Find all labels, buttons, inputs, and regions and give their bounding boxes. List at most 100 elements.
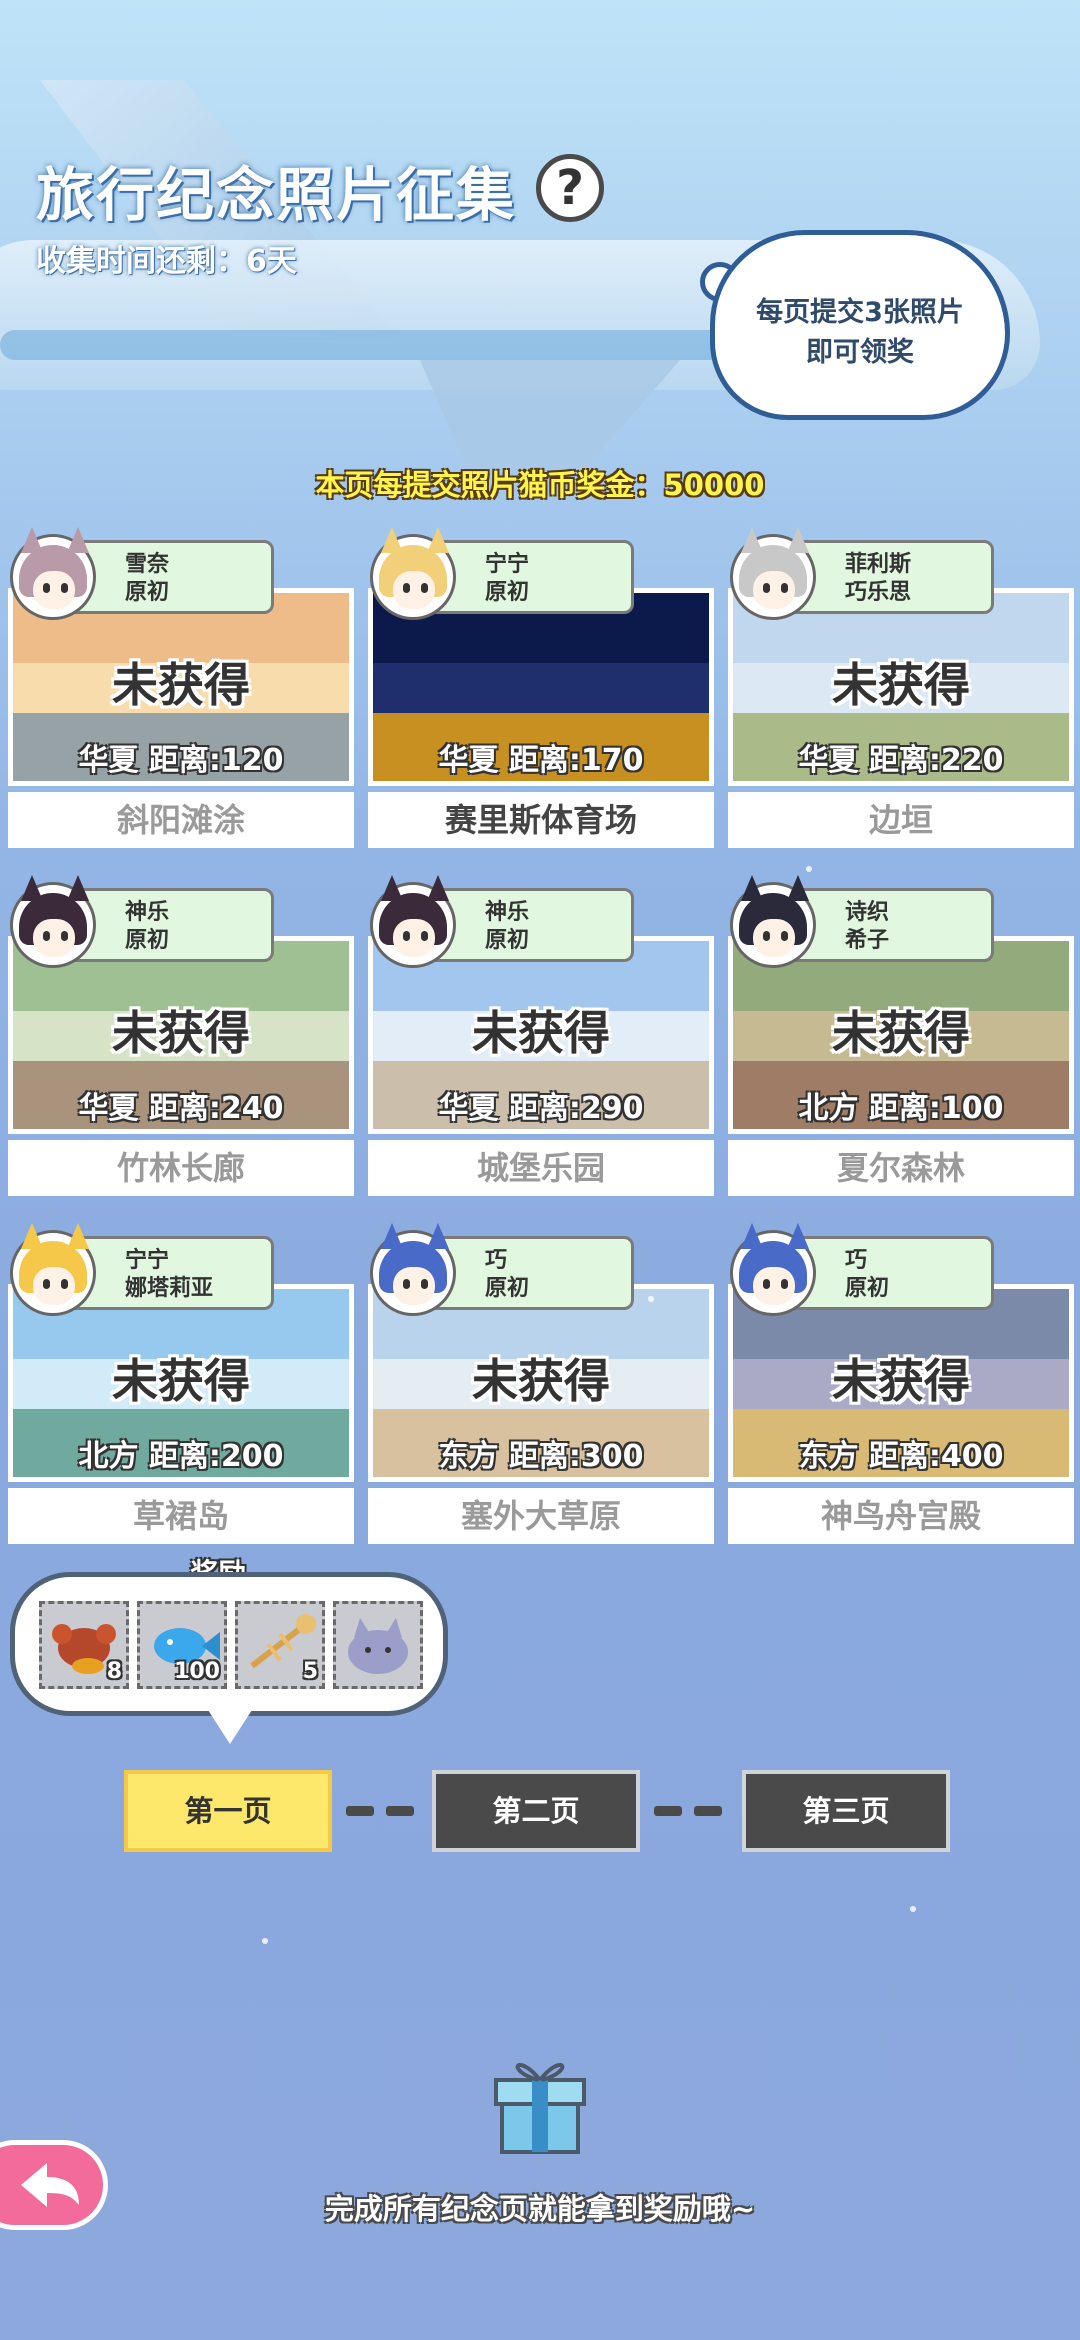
- photo-card[interactable]: 未获得 华夏 距离:290 神乐 原初 城堡乐园: [368, 875, 714, 1196]
- avatar-eye: [61, 931, 68, 941]
- page-button-3[interactable]: 第三页: [742, 1770, 950, 1852]
- photo-card[interactable]: 未获得 东方 距离:400 巧 原初 神鸟舟宫殿: [728, 1223, 1074, 1544]
- hint-line-2: 即可领奖: [806, 337, 914, 368]
- character-name-2: 巧乐思: [845, 580, 912, 605]
- location-name: 竹林长廊: [8, 1140, 354, 1196]
- page-divider: [654, 1806, 682, 1816]
- character-avatar: [10, 527, 96, 620]
- not-obtained-label: 未获得: [472, 1354, 610, 1408]
- character-name-1: 诗织: [845, 900, 890, 925]
- avatar-face: [393, 919, 435, 957]
- rewards-pointer: [208, 1710, 252, 1744]
- reward-item-lobster[interactable]: 8: [39, 1601, 129, 1689]
- character-name-2: 原初: [485, 1276, 530, 1301]
- location-name: 草裙岛: [8, 1488, 354, 1544]
- sparkle: [910, 1906, 916, 1912]
- character-name-2: 原初: [845, 1276, 890, 1301]
- character-name-1: 巧: [485, 1248, 508, 1273]
- avatar-eye: [403, 583, 410, 593]
- photo-card[interactable]: 未获得 华夏 距离:220 菲利斯 巧乐思 边垣: [728, 527, 1074, 848]
- page-button-2[interactable]: 第二页: [432, 1770, 640, 1852]
- page-title: 旅行纪念照片征集: [36, 161, 517, 229]
- region-distance: 华夏 距离:120: [78, 743, 284, 778]
- character-avatar: [370, 875, 456, 968]
- character-name-1: 神乐: [485, 900, 530, 925]
- avatar-face: [33, 571, 75, 609]
- avatar-face: [33, 1267, 75, 1305]
- avatar-eye: [403, 1279, 410, 1289]
- not-obtained-label: 未获得: [832, 1006, 970, 1060]
- region-distance: 北方 距离:200: [78, 1439, 284, 1474]
- region-distance: 华夏 距离:170: [438, 743, 644, 778]
- avatar-eye: [61, 1279, 68, 1289]
- back-button[interactable]: [0, 2140, 108, 2230]
- rewards-panel: 8 100 5: [10, 1572, 448, 1716]
- region-distance: 华夏 距离:240: [78, 1091, 284, 1126]
- photo-card[interactable]: 未获得 东方 距离:300 巧 原初 塞外大草原: [368, 1223, 714, 1544]
- character-name-2: 原初: [125, 580, 170, 605]
- back-arrow-icon: [21, 2163, 79, 2207]
- help-button[interactable]: ?: [536, 154, 604, 222]
- reward-item-blue-fish[interactable]: 100: [137, 1601, 227, 1689]
- avatar-eye: [781, 931, 788, 941]
- location-name: 塞外大草原: [368, 1488, 714, 1544]
- region-distance: 东方 距离:300: [438, 1439, 644, 1474]
- character-avatar: [10, 1223, 96, 1316]
- gift-box-icon: [494, 2063, 586, 2154]
- bonus-text: 本页每提交照片猫币奖金：50000: [315, 468, 765, 502]
- character-avatar: [730, 527, 816, 620]
- photo-card[interactable]: 未获得 北方 距离:100 诗织 希子 夏尔森林: [728, 875, 1074, 1196]
- character-name-2: 希子: [845, 928, 890, 953]
- character-name-1: 菲利斯: [845, 552, 912, 577]
- sparkle: [648, 1296, 654, 1302]
- hint-bubble: 每页提交3张照片 即可领奖: [710, 230, 1010, 420]
- region-distance: 北方 距离:100: [798, 1091, 1004, 1126]
- reward-item-cat-plush[interactable]: [333, 1601, 423, 1689]
- avatar-face: [393, 571, 435, 609]
- character-name-2: 原初: [485, 580, 530, 605]
- avatar-face: [33, 919, 75, 957]
- avatar-face: [753, 919, 795, 957]
- avatar-eye: [781, 1279, 788, 1289]
- location-name: 神鸟舟宫殿: [728, 1488, 1074, 1544]
- location-name: 斜阳滩涂: [8, 792, 354, 848]
- avatar-eye: [43, 931, 50, 941]
- avatar-eye: [61, 583, 68, 593]
- photo-card[interactable]: 未获得 华夏 距离:240 神乐 原初 竹林长廊: [8, 875, 354, 1196]
- character-avatar: [370, 527, 456, 620]
- reward-item-fish-bone[interactable]: 5: [235, 1601, 325, 1689]
- avatar-eye: [763, 1279, 770, 1289]
- avatar-eye: [763, 583, 770, 593]
- character-avatar: [10, 875, 96, 968]
- not-obtained-label: 未获得: [112, 658, 250, 712]
- location-name: 城堡乐园: [368, 1140, 714, 1196]
- avatar-eye: [763, 931, 770, 941]
- avatar-face: [393, 1267, 435, 1305]
- reward-count: 5: [302, 1659, 318, 1684]
- character-name-1: 雪奈: [125, 552, 170, 577]
- avatar-eye: [421, 931, 428, 941]
- reward-count: 100: [174, 1659, 220, 1684]
- avatar-eye: [781, 583, 788, 593]
- not-obtained-label: 未获得: [112, 1006, 250, 1060]
- final-reward-gift-button[interactable]: [488, 2050, 592, 2156]
- region-distance: 东方 距离:400: [798, 1439, 1004, 1474]
- page-button-1[interactable]: 第一页: [124, 1770, 332, 1852]
- hint-line-1: 每页提交3张照片: [756, 297, 964, 328]
- character-avatar: [370, 1223, 456, 1316]
- character-name-1: 巧: [845, 1248, 868, 1273]
- not-obtained-label: 未获得: [832, 1354, 970, 1408]
- not-obtained-label: 未获得: [112, 1354, 250, 1408]
- page-divider: [386, 1806, 414, 1816]
- region-distance: 华夏 距离:290: [438, 1091, 644, 1126]
- avatar-eye: [43, 1279, 50, 1289]
- region-distance: 华夏 距离:220: [798, 743, 1004, 778]
- location-name: 边垣: [728, 792, 1074, 848]
- character-name-1: 宁宁: [125, 1248, 170, 1273]
- photo-card[interactable]: 华夏 距离:170 宁宁 原初 赛里斯体育场: [368, 527, 714, 848]
- avatar-eye: [403, 931, 410, 941]
- photo-card[interactable]: 未获得 华夏 距离:120 雪奈 原初 斜阳滩涂: [8, 527, 354, 848]
- photo-card[interactable]: 未获得 北方 距离:200 宁宁 娜塔莉亚 草裙岛: [8, 1223, 354, 1544]
- cat-plush-icon: [348, 1618, 408, 1674]
- character-name-2: 原初: [125, 928, 170, 953]
